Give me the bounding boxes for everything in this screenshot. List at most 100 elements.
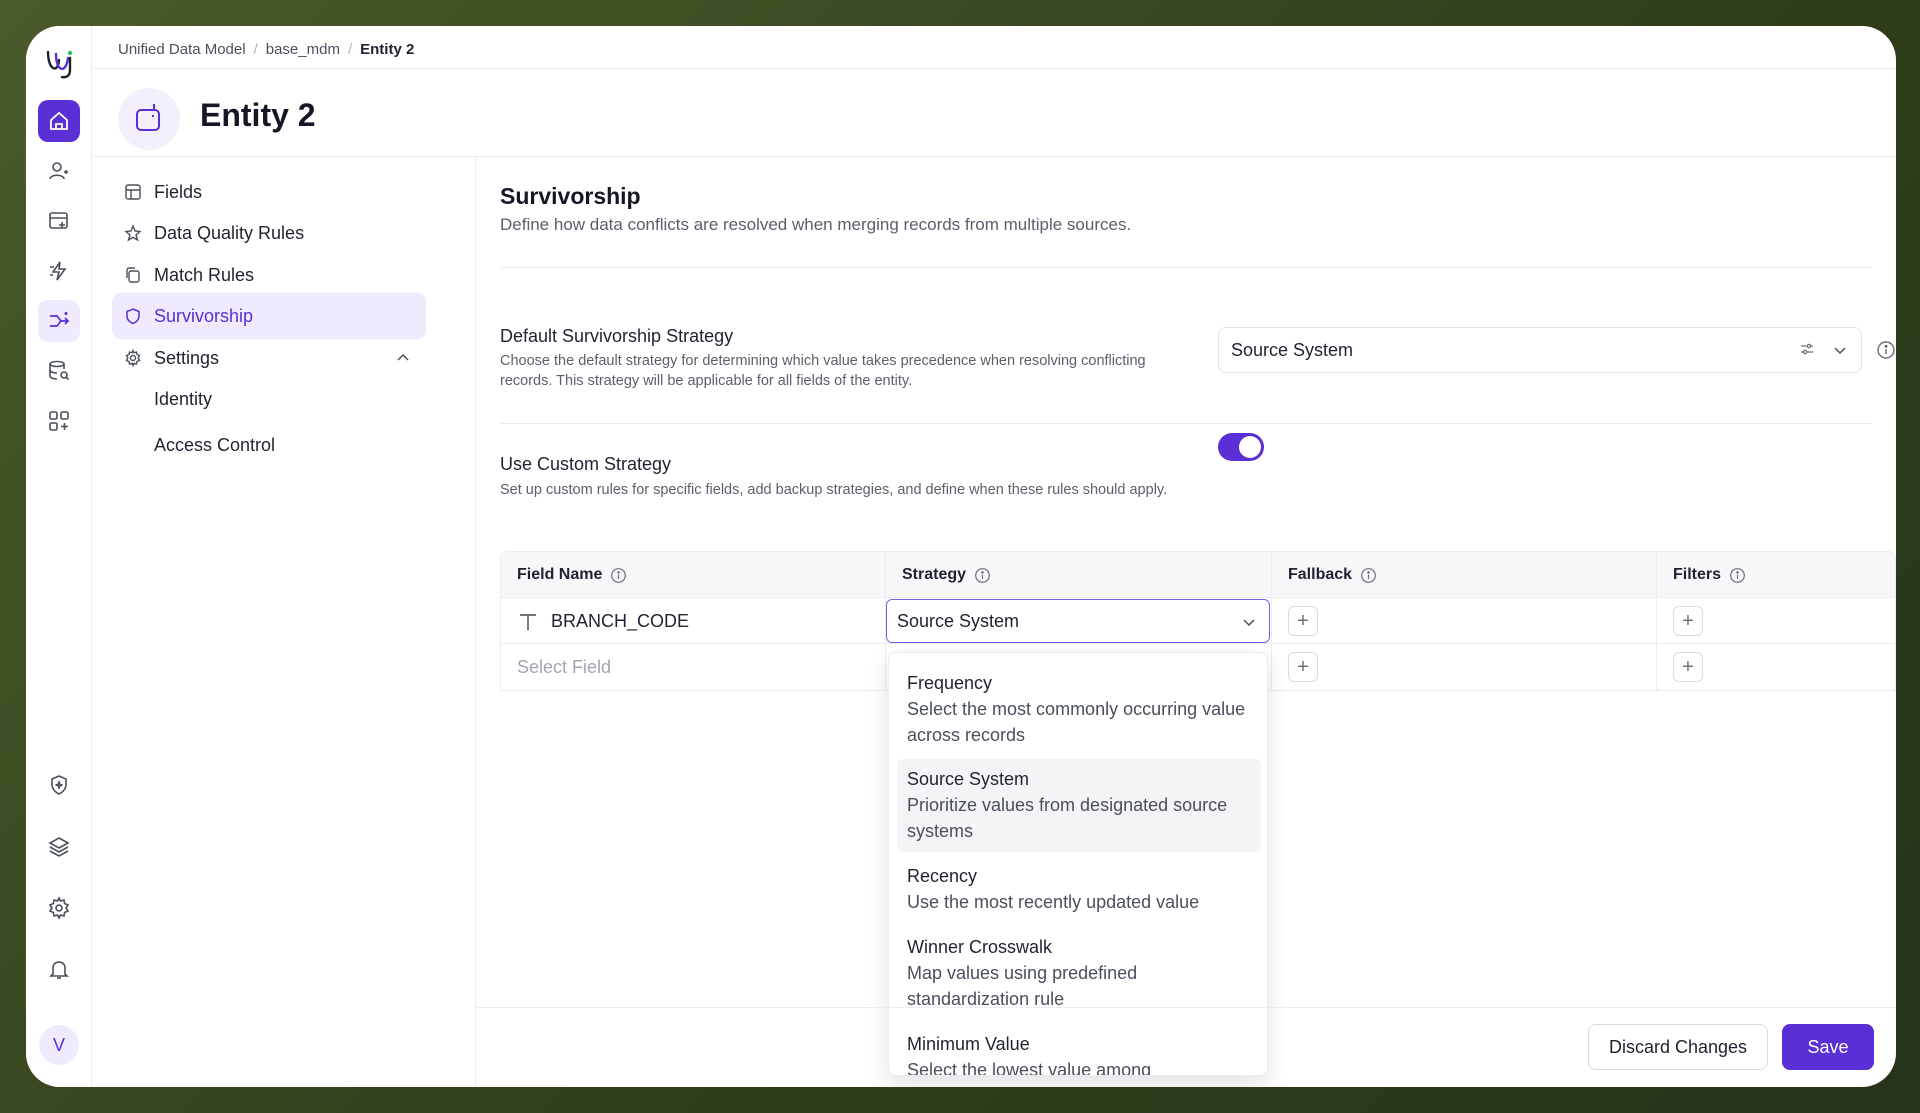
custom-strategy-title: Use Custom Strategy: [500, 454, 672, 474]
shield-icon: [126, 308, 140, 325]
browser-sparkle-icon: [49, 212, 68, 229]
rail-layers-button[interactable]: [38, 826, 80, 868]
merge-sparkle-icon: [50, 312, 70, 327]
copy-icon: [126, 267, 140, 283]
section-description: Define how data conflicts are resolved w…: [500, 215, 1132, 234]
grid-plus-icon: [49, 411, 69, 431]
rail-automation-button[interactable]: [38, 250, 80, 292]
breadcrumb-item[interactable]: base_mdm: [266, 41, 340, 58]
nav-item-data-quality-rules[interactable]: Data Quality Rules: [112, 210, 426, 256]
field-name: BRANCH_CODE: [551, 611, 690, 631]
column-divider: [1656, 551, 1657, 691]
text-type-icon: [520, 613, 536, 630]
add-filter-button[interactable]: +: [1673, 652, 1703, 682]
rail-database-button[interactable]: [38, 350, 80, 392]
rail-settings-button[interactable]: [38, 887, 80, 929]
rail-merge-button[interactable]: [38, 300, 80, 342]
breadcrumb-separator: /: [253, 40, 258, 58]
gear-icon: [125, 349, 141, 367]
chevron-down-icon: [1243, 619, 1255, 627]
add-fallback-button[interactable]: +: [1288, 606, 1318, 636]
nav-item-survivorship[interactable]: Survivorship: [112, 293, 426, 339]
default-strategy-title: Default Survivorship Strategy: [500, 326, 734, 346]
option-description: Use the most recently updated value: [907, 892, 1200, 912]
discard-changes-button[interactable]: Discard Changes: [1588, 1024, 1768, 1070]
divider: [476, 1007, 1896, 1008]
app-window: V Unified Data Model / base_mdm / Entity…: [26, 26, 1896, 1087]
info-icon[interactable]: [974, 567, 991, 584]
row-strategy-select[interactable]: Source System: [886, 599, 1270, 643]
rail-data-button[interactable]: [38, 200, 80, 242]
user-sparkle-icon: [49, 162, 68, 180]
default-strategy-select[interactable]: Source System: [1218, 327, 1862, 373]
column-header-field-name: Field Name: [501, 552, 627, 598]
column-header-label: Fallback: [1288, 566, 1353, 583]
rail-users-button[interactable]: [38, 150, 80, 192]
option-title: Minimum Value: [907, 1034, 1030, 1054]
select-field-cell[interactable]: Select Field: [517, 644, 611, 691]
divider: [500, 423, 1872, 424]
entity-sidenav: Fields Data Quality Rules Match Rules Su…: [92, 157, 476, 1087]
nav-subitem-identity[interactable]: Identity: [154, 389, 212, 410]
info-icon[interactable]: [1876, 340, 1896, 360]
nav-subitem-access-control[interactable]: Access Control: [154, 435, 275, 456]
chevron-up-icon[interactable]: [394, 349, 412, 367]
database-search-icon: [49, 360, 70, 381]
info-icon[interactable]: [1360, 567, 1377, 584]
divider: [500, 267, 1872, 268]
rail-apps-button[interactable]: [38, 400, 80, 442]
nav-item-label: Settings: [154, 347, 220, 368]
nav-item-label: Survivorship: [154, 305, 254, 326]
column-header-label: Filters: [1673, 566, 1722, 583]
column-header-fallback: Fallback: [1272, 552, 1377, 598]
nav-item-fields[interactable]: Fields: [112, 169, 426, 215]
strategy-option-frequency[interactable]: Frequency Select the most commonly occur…: [897, 663, 1261, 756]
star-icon: [124, 224, 142, 242]
field-cell[interactable]: BRANCH_CODE: [517, 598, 689, 645]
rail-home-button[interactable]: [38, 100, 80, 142]
bolt-icon: [50, 261, 67, 281]
breadcrumb: Unified Data Model / base_mdm / Entity 2: [118, 36, 414, 62]
info-icon[interactable]: [610, 567, 627, 584]
custom-strategy-description: Set up custom rules for specific fields,…: [500, 482, 1168, 498]
info-icon[interactable]: [1729, 567, 1746, 584]
user-avatar[interactable]: V: [39, 1025, 79, 1065]
bell-icon: [49, 961, 69, 979]
column-header-strategy: Strategy: [886, 552, 991, 598]
breadcrumb-item[interactable]: Unified Data Model: [118, 41, 246, 58]
divider: [92, 68, 1896, 69]
chevron-down-icon: [1834, 347, 1846, 355]
nav-item-settings[interactable]: Settings: [112, 335, 426, 381]
table-header: Field Name Strategy Fallback Filters: [500, 551, 1896, 597]
add-filter-button[interactable]: +: [1673, 606, 1703, 636]
save-button[interactable]: Save: [1782, 1024, 1874, 1070]
app-logo-icon: [46, 50, 73, 79]
nav-item-label: Data Quality Rules: [154, 222, 305, 243]
column-header-label: Strategy: [902, 566, 967, 583]
column-header-label: Field Name: [517, 566, 603, 583]
shield-sparkle-icon: [51, 775, 67, 795]
option-title: Source System: [907, 769, 1030, 789]
option-description: Select the most commonly occurring value…: [907, 699, 1246, 745]
add-fallback-button[interactable]: +: [1288, 652, 1318, 682]
rail-security-button[interactable]: [38, 764, 80, 806]
row-strategy-value: Source System: [897, 610, 1020, 631]
page-title: Entity 2: [200, 97, 316, 133]
nav-item-match-rules[interactable]: Match Rules: [112, 252, 426, 298]
sliders-icon: [1801, 343, 1813, 355]
nav-item-label: Match Rules: [154, 264, 255, 285]
breadcrumb-separator: /: [347, 40, 353, 58]
option-description: Select the lowest value among: [907, 1060, 1152, 1076]
column-header-filters: Filters: [1657, 552, 1746, 598]
custom-strategy-toggle[interactable]: [1218, 433, 1264, 461]
option-title: Winner Crosswalk: [907, 937, 1053, 957]
strategy-option-source-system[interactable]: Source System Prioritize values from des…: [897, 759, 1261, 852]
option-title: Frequency: [907, 673, 993, 693]
strategy-option-recency[interactable]: Recency Use the most recently updated va…: [897, 856, 1261, 923]
rail-notifications-button[interactable]: [38, 948, 80, 990]
gear-icon: [48, 896, 70, 920]
option-title: Recency: [907, 866, 978, 886]
strategy-option-minimum-value[interactable]: Minimum Value Select the lowest value am…: [897, 1024, 1261, 1076]
entity-icon: [136, 104, 160, 131]
entity-avatar: [118, 88, 180, 150]
